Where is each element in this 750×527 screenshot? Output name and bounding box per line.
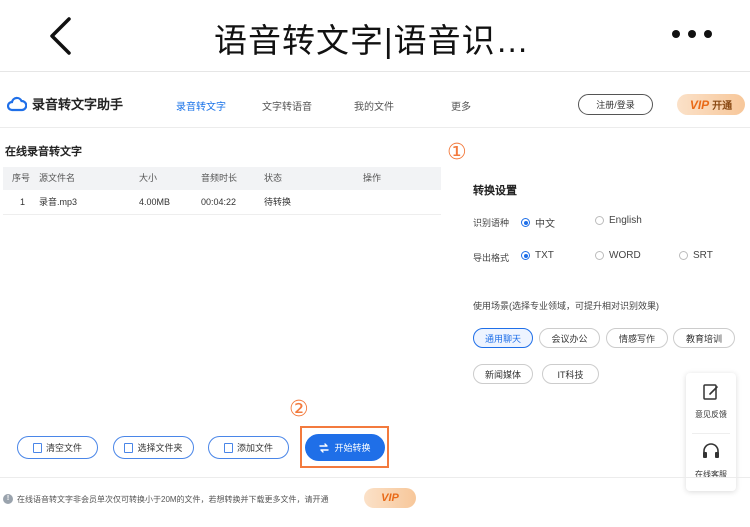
add-file-button[interactable]: 添加文件 [208, 436, 289, 459]
row-duration: 00:04:22 [201, 197, 237, 207]
section-title: 在线录音转文字 [5, 146, 82, 158]
marker-2: ② [289, 396, 309, 421]
radio-label: English [609, 215, 642, 226]
radio-label: WORD [609, 250, 641, 261]
radio-format-word[interactable]: WORD [595, 250, 641, 261]
radio-language-english[interactable]: English [595, 215, 642, 226]
cloud-logo-icon [7, 96, 27, 111]
notice-vip-button[interactable]: VIP [364, 488, 416, 508]
scene-tag-meeting[interactable]: 会议办公 [539, 328, 600, 348]
logo[interactable]: 录音转文字助手 [7, 94, 123, 113]
file-table-header: 序号 源文件名 大小 音频时长 状态 操作 [3, 167, 441, 190]
nav-item-my-files[interactable]: 我的文件 [354, 98, 394, 113]
login-button[interactable]: 注册/登录 [578, 94, 653, 115]
file-add-icon [223, 442, 233, 453]
start-convert-label: 开始转换 [334, 443, 371, 453]
vip-open-button[interactable]: VIP 开通 [677, 94, 745, 115]
folder-upload-icon [124, 442, 134, 453]
select-folder-label: 选择文件夹 [137, 443, 183, 453]
radio-format-srt[interactable]: SRT [679, 250, 713, 261]
col-duration: 音频时长 [201, 173, 238, 183]
clear-files-label: 清空文件 [45, 443, 82, 453]
feedback-edit-icon [703, 384, 718, 400]
row-status: 待转换 [264, 197, 292, 207]
vip-open-label: 开通 [712, 101, 733, 112]
more-button[interactable] [672, 24, 712, 44]
chevron-left-icon [50, 17, 71, 55]
start-convert-button[interactable]: 开始转换 [305, 434, 385, 461]
radio-label: 中文 [535, 219, 555, 230]
settings-title: 转换设置 [473, 185, 517, 197]
back-button[interactable] [40, 10, 80, 62]
clear-files-button[interactable]: 清空文件 [17, 436, 98, 459]
nav-item-speech-to-text[interactable]: 录音转文字 [176, 98, 226, 113]
add-file-label: 添加文件 [236, 443, 273, 453]
convert-icon [319, 442, 330, 453]
feedback-button[interactable]: 意见反馈 [686, 383, 736, 427]
site-nav: 录音转文字助手 录音转文字 文字转语音 我的文件 更多 注册/登录 VIP 开通 [0, 82, 750, 128]
format-label: 导出格式 [473, 253, 510, 263]
radio-icon [595, 251, 604, 260]
marker-1: ① [447, 139, 467, 164]
scene-tag-news[interactable]: 新闻媒体 [473, 364, 533, 384]
feedback-label: 意见反馈 [695, 410, 727, 419]
radio-language-chinese[interactable]: 中文 [521, 215, 555, 230]
nav-item-more[interactable]: 更多 [451, 98, 471, 113]
col-index: 序号 [12, 173, 31, 183]
radio-icon [521, 218, 530, 227]
scene-tag-it[interactable]: IT科技 [542, 364, 599, 384]
row-size: 4.00MB [139, 197, 171, 207]
trash-icon [32, 442, 42, 453]
radio-icon [679, 251, 688, 260]
notice-bar: ! 在线语音转文字非会员单次仅可转换小于20M的文件，若想转换并下载更多文件，请… [0, 477, 750, 527]
col-action: 操作 [363, 173, 382, 183]
page-title: 语音转文字|语音识… [214, 22, 530, 59]
scene-tag-education[interactable]: 教育培训 [673, 328, 735, 348]
scene-tag-writing[interactable]: 情感写作 [606, 328, 668, 348]
conversion-settings-panel: 转换设置 识别语种 中文 English 导出格式 TXT WORD SRT 使… [455, 165, 745, 390]
col-status: 状态 [264, 173, 283, 183]
radio-format-txt[interactable]: TXT [521, 250, 554, 261]
info-icon: ! [3, 494, 13, 504]
radio-label: TXT [535, 250, 554, 261]
radio-icon [595, 216, 604, 225]
table-row[interactable]: 1 录音.mp3 4.00MB 00:04:22 待转换 [3, 190, 441, 215]
mobile-title-bar: 语音转文字|语音识… [0, 0, 750, 72]
col-filename: 源文件名 [39, 173, 76, 183]
divider [692, 433, 730, 434]
radio-icon [521, 251, 530, 260]
vip-badge: VIP [689, 97, 710, 112]
scene-hint: 使用场景(选择专业领域，可提升相对识别效果) [473, 301, 659, 311]
floating-help-panel: 意见反馈 在线客服 [686, 373, 736, 491]
select-folder-button[interactable]: 选择文件夹 [113, 436, 194, 459]
row-index: 1 [20, 197, 26, 207]
nav-item-text-to-speech[interactable]: 文字转语音 [262, 98, 312, 113]
more-dots-icon [672, 30, 680, 38]
logo-text: 录音转文字助手 [32, 97, 124, 112]
notice-text: 在线语音转文字非会员单次仅可转换小于20M的文件，若想转换并下载更多文件，请开通 [17, 495, 329, 504]
row-filename: 录音.mp3 [39, 197, 78, 207]
col-size: 大小 [139, 173, 158, 183]
headset-icon [703, 443, 719, 458]
scene-tag-general-chat[interactable]: 通用聊天 [473, 328, 533, 348]
radio-label: SRT [693, 250, 713, 261]
language-label: 识别语种 [473, 218, 510, 228]
